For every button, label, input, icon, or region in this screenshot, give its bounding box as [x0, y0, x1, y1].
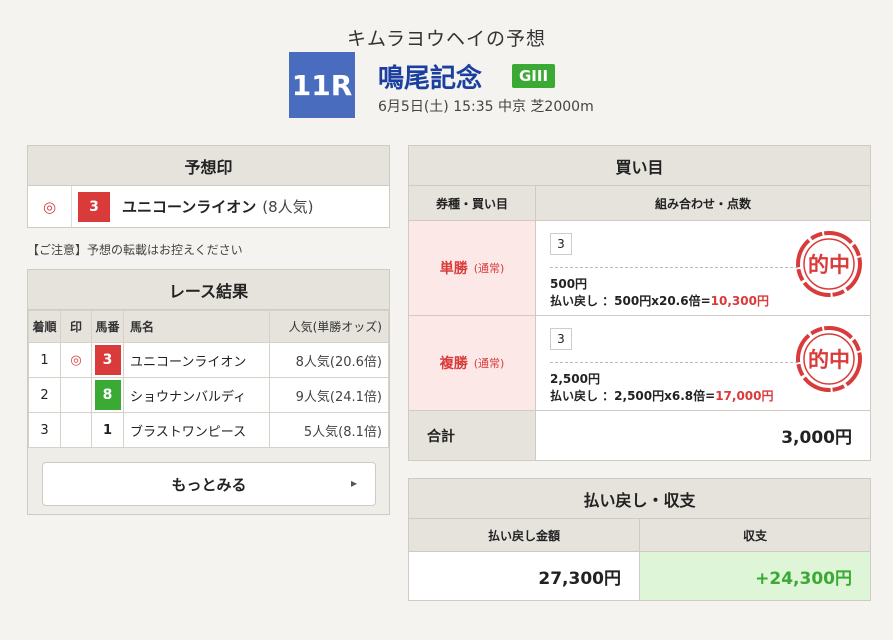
race-number-badge: 11R — [289, 52, 355, 118]
bet-detail: 3 500円 払い戻し ：500円x20.6倍=10,300円 的中 — [536, 221, 870, 315]
payout-amount: 27,300円 — [409, 552, 640, 600]
horse-number-badge: 3 — [78, 191, 110, 222]
horse-name-cell[interactable]: ショウナンバルディ — [122, 377, 271, 413]
combo-number: 3 — [550, 233, 572, 255]
total-value: 3,000円 — [781, 428, 852, 448]
bet-amount: 2,500円 — [550, 372, 600, 386]
prediction-mark-title: 予想印 — [28, 146, 389, 186]
race-info: 6月5日(土) 15:35 中京 芝2000m — [378, 99, 594, 115]
double-circle-mark-icon: ◎ — [28, 186, 72, 227]
col-number: 馬番 — [91, 310, 124, 343]
race-result-panel: レース結果 着順 印 馬番 馬名 人気(単勝オッズ) 1 ◎ 3 ユニコーンライ… — [27, 269, 390, 515]
divider — [550, 267, 798, 268]
payout-label: 払い戻し ：2,500円x6.8倍= — [550, 389, 716, 403]
bet-type-sub: (通常) — [473, 357, 505, 370]
bets-title: 買い目 — [409, 146, 870, 186]
table-row: 2 8 ショウナンバルディ 9人気(24.1倍) — [28, 377, 389, 413]
payout-balance-panel: 払い戻し・収支 払い戻し金額 収支 27,300円 +24,300円 — [408, 478, 871, 601]
col-combo: 組み合わせ・点数 — [654, 196, 751, 211]
bet-row-win: 単勝 (通常) 3 500円 払い戻し ：500円x20.6倍=10,300円 的… — [409, 221, 870, 316]
bet-amount: 500円 — [550, 277, 588, 291]
bet-type-label: 複勝 — [439, 356, 468, 372]
bet-detail: 3 2,500円 払い戻し ：2,500円x6.8倍=17,000円 的中 — [536, 316, 870, 410]
payout-balance-title: 払い戻し・収支 — [409, 479, 870, 519]
payout-balance-row: 27,300円 +24,300円 — [409, 552, 870, 600]
horse-name-cell[interactable]: ユニコーンライオン — [122, 342, 271, 378]
rank-cell: 3 — [28, 412, 61, 448]
total-label: 合計 — [409, 411, 536, 460]
bet-row-place: 複勝 (通常) 3 2,500円 払い戻し ：2,500円x6.8倍=17,000… — [409, 316, 870, 411]
popularity-cell: 9人気(24.1倍) — [269, 377, 389, 413]
bet-type-label: 単勝 — [439, 261, 468, 277]
payout-value: 10,300円 — [710, 294, 769, 308]
bets-panel: 買い目 券種・買い目 組み合わせ・点数 単勝 (通常) 3 500円 払い戻し ：… — [408, 145, 871, 461]
horse-number-badge: 8 — [94, 380, 121, 410]
race-name[interactable]: 鳴尾記念 — [378, 58, 482, 95]
bet-type-sub: (通常) — [473, 262, 505, 275]
double-circle-mark-icon: ◎ — [60, 342, 92, 378]
payout-label: 払い戻し ：500円x20.6倍= — [550, 294, 711, 308]
col-horse-name: 馬名 — [122, 310, 271, 343]
bet-payout: 払い戻し ：2,500円x6.8倍=17,000円 — [550, 387, 774, 404]
table-row: 1 ◎ 3 ユニコーンライオン 8人気(20.6倍) — [28, 342, 389, 378]
race-result-title: レース結果 — [28, 270, 389, 310]
popularity-cell: 5人気(8.1倍) — [269, 412, 389, 448]
mark-cell — [60, 412, 92, 448]
more-button-label: もっとみる — [171, 475, 247, 494]
horse-number-badge: 3 — [94, 345, 121, 375]
col-popularity: 人気(単勝オッズ) — [269, 310, 389, 343]
horse-name-cell[interactable]: ブラストワンピース — [122, 412, 271, 448]
horse-number-cell: 1 — [91, 412, 124, 448]
table-row: 3 1 ブラストワンピース 5人気(8.1倍) — [28, 412, 389, 448]
repost-notice: 【ご注意】予想の転載はお控えください — [27, 243, 243, 257]
balance-amount: +24,300円 — [640, 552, 870, 600]
predicted-horse-popularity: (8人気) — [262, 198, 314, 216]
payout-balance-header: 払い戻し金額 収支 — [409, 519, 870, 552]
col-rank: 着順 — [28, 310, 61, 343]
prediction-mark-panel: 予想印 ◎ 3 ユニコーンライオン (8人気) — [27, 145, 390, 228]
col-mark: 印 — [60, 310, 92, 343]
mark-cell — [60, 377, 92, 413]
rank-cell: 2 — [28, 377, 61, 413]
hit-stamp-icon: 的中 — [796, 326, 862, 392]
grade-badge: GIII — [512, 64, 556, 88]
col-balance: 収支 — [742, 528, 767, 543]
more-button[interactable]: もっとみる ▸ — [42, 462, 376, 506]
bets-header-row: 券種・買い目 組み合わせ・点数 — [409, 186, 870, 221]
bet-type-cell: 単勝 (通常) — [409, 221, 536, 315]
bet-type-cell: 複勝 (通常) — [409, 316, 536, 410]
result-table: 着順 印 馬番 馬名 人気(単勝オッズ) 1 ◎ 3 ユニコーンライオン 8人気… — [28, 310, 389, 448]
predicted-horse-name[interactable]: ユニコーンライオン — [122, 196, 256, 217]
page-title: キムラヨウヘイの予想 — [346, 28, 547, 50]
bet-payout: 払い戻し ：500円x20.6倍=10,300円 — [550, 292, 769, 309]
popularity-cell: 8人気(20.6倍) — [269, 342, 389, 378]
total-row: 合計 3,000円 — [409, 411, 870, 460]
col-payout: 払い戻し金額 — [409, 519, 640, 551]
col-bet-type: 券種・買い目 — [409, 186, 536, 220]
payout-value: 17,000円 — [715, 389, 774, 403]
rank-cell: 1 — [28, 342, 61, 378]
hit-stamp-icon: 的中 — [796, 231, 862, 297]
combo-number: 3 — [550, 328, 572, 350]
stamp-text: 的中 — [808, 253, 850, 277]
prediction-row: ◎ 3 ユニコーンライオン (8人気) — [28, 186, 389, 227]
divider — [550, 362, 798, 363]
stamp-text: 的中 — [808, 348, 850, 372]
chevron-right-icon: ▸ — [350, 476, 357, 490]
